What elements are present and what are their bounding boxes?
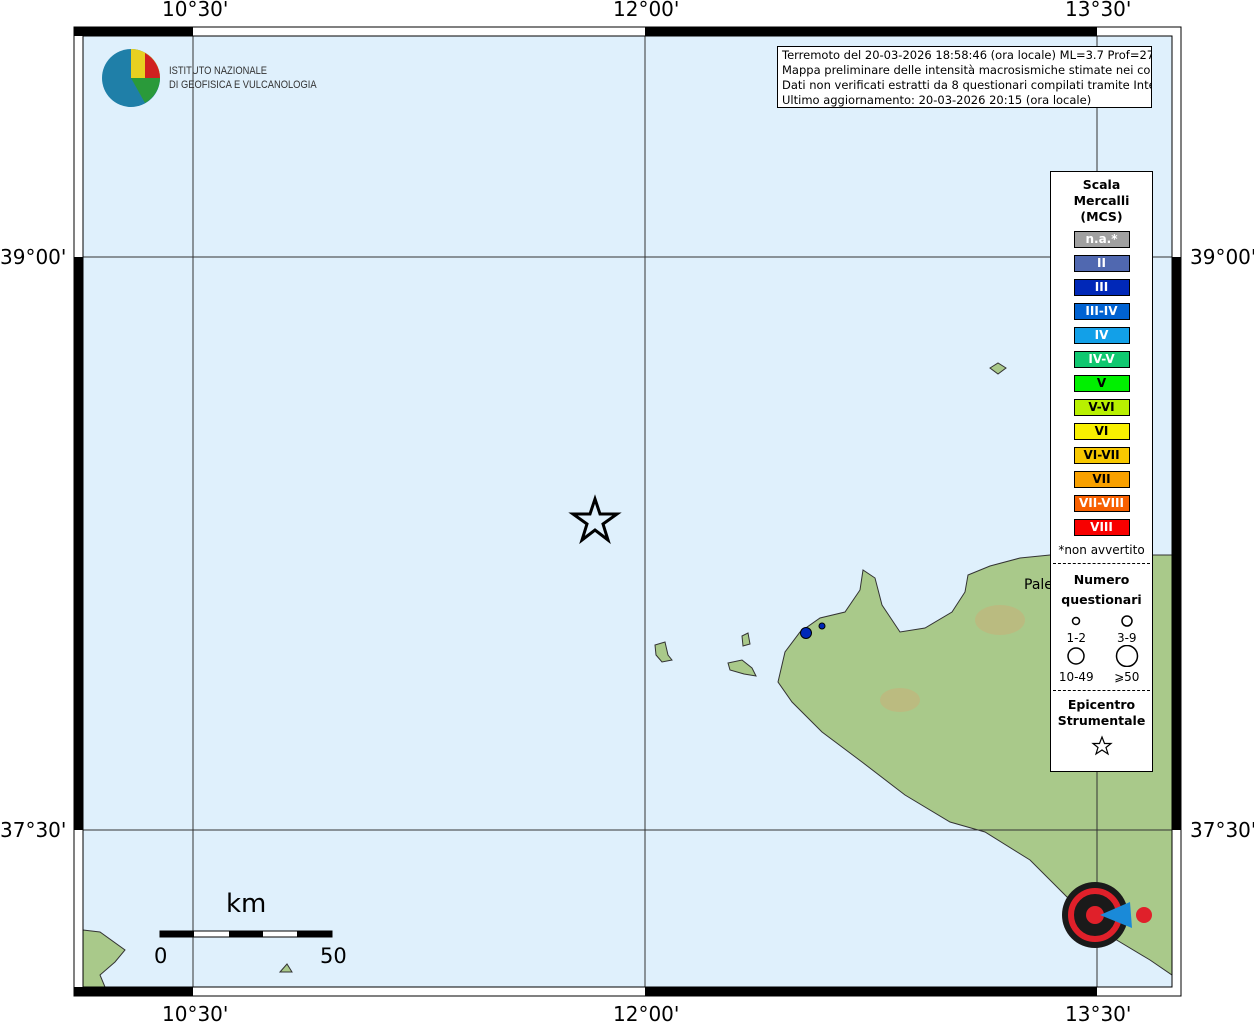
count-label: 1-2 — [1066, 631, 1087, 645]
intensity-swatch: VI — [1073, 423, 1130, 440]
info-line: Mappa preliminare delle intensità macros… — [782, 63, 1152, 77]
star-icon — [1090, 735, 1113, 756]
x-tick-top: 10°30' — [162, 0, 229, 21]
intensity-swatch: IV-V — [1073, 351, 1130, 368]
epicenter-title: Strumentale — [1057, 713, 1146, 728]
y-tick-right: 37°30' — [1190, 818, 1254, 842]
intensity-swatch: II — [1073, 255, 1130, 272]
intensity-swatch: III — [1073, 279, 1130, 296]
intensity-scale: n.a.* II III III-IV IV IV-V V V-VI VI VI-VII VII VI… — [1051, 231, 1152, 536]
count-sizes: 1-2 3-9 10-49 ⩾50 — [1051, 614, 1152, 684]
legend: Scala Mercalli (MCS) n.a.* II III III-IV IV I… — [1050, 171, 1153, 772]
x-tick-bottom: 12°00' — [613, 1002, 680, 1026]
count-size-small: 1-2 — [1051, 614, 1102, 645]
count-size-large: 10-49 — [1051, 645, 1102, 684]
count-title: Numero — [1073, 572, 1130, 587]
intensity-swatch: III-IV — [1073, 303, 1130, 320]
y-tick-left: 37°30' — [0, 818, 67, 842]
info-line: Terremoto del 20-03-2026 18:58:46 (ora l… — [782, 48, 1152, 62]
count-label: 10-49 — [1058, 670, 1094, 684]
intensity-swatch: V-VI — [1073, 399, 1130, 416]
ingv-logo — [102, 49, 160, 107]
scale-bar — [159, 930, 333, 938]
intensity-point — [818, 622, 826, 630]
count-title: questionari — [1061, 592, 1142, 607]
x-tick-top: 13°30' — [1065, 0, 1132, 21]
info-line: Ultimo aggiornamento: 20-03-2026 20:15 (… — [782, 93, 1092, 107]
scale-tick: 50 — [320, 944, 347, 968]
logo-line: ISTITUTO NAZIONALE — [169, 65, 268, 77]
count-label: ⩾50 — [1114, 670, 1140, 684]
epicenter-title: Epicentro — [1067, 697, 1136, 712]
legend-note: *non avvertito — [1058, 543, 1145, 557]
place-label: Pale — [1024, 577, 1053, 593]
intensity-swatch: VIII — [1073, 519, 1130, 536]
intensity-swatch: VI-VII — [1073, 447, 1130, 464]
legend-title-line: Mercalli — [1073, 193, 1130, 208]
x-tick-bottom: 13°30' — [1065, 1002, 1132, 1026]
legend-title: Scala Mercalli (MCS) — [1051, 177, 1152, 225]
ingv-logo-text: ISTITUTO NAZIONALE DI GEOFISICA E VULCAN… — [169, 64, 317, 92]
count-size-xlarge: ⩾50 — [1102, 644, 1153, 684]
count-label: 3-9 — [1116, 631, 1137, 645]
legend-title-line: (MCS) — [1080, 209, 1123, 224]
y-tick-right: 39°00' — [1190, 245, 1254, 269]
intensity-swatch: V — [1073, 375, 1130, 392]
x-tick-top: 12°00' — [613, 0, 680, 21]
intensity-swatch: n.a.* — [1073, 231, 1130, 248]
legend-title-line: Scala — [1082, 177, 1121, 192]
scale-tick: 0 — [154, 944, 168, 968]
intensity-swatch: VII — [1073, 471, 1130, 488]
intensity-point — [800, 627, 812, 639]
y-tick-left: 39°00' — [0, 245, 67, 269]
intensity-swatch: VII-VIII — [1073, 495, 1130, 512]
intensity-swatch: IV — [1073, 327, 1130, 344]
x-tick-bottom: 10°30' — [162, 1002, 229, 1026]
count-size-medium: 3-9 — [1102, 614, 1153, 645]
scale-unit: km — [226, 889, 267, 919]
logo-line: DI GEOFISICA E VULCANOLOGIA — [169, 79, 317, 91]
info-line: Dati non verificati estratti da 8 questi… — [782, 78, 1152, 92]
event-info-box: Terremoto del 20-03-2026 18:58:46 (ora l… — [777, 46, 1152, 108]
